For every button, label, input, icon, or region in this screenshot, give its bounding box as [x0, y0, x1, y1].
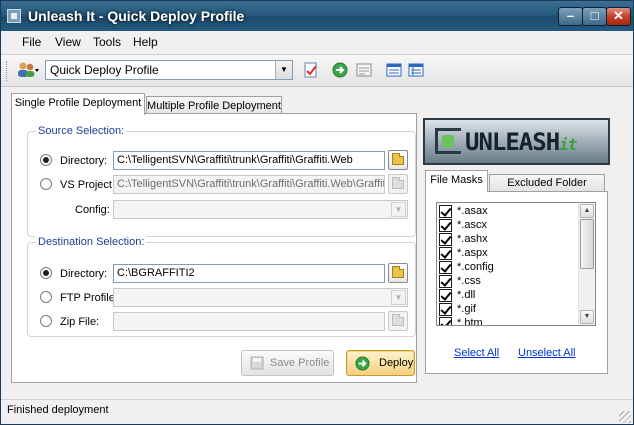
right-panel: UNLEASHit File Masks Excluded Folder Mas…: [422, 118, 611, 374]
scroll-up-icon[interactable]: ▲: [580, 204, 594, 218]
checkbox[interactable]: [439, 317, 452, 325]
checkbox[interactable]: [439, 303, 452, 316]
maximize-button[interactable]: □: [582, 7, 607, 26]
save-profile-label: Save Profile: [270, 357, 330, 369]
logo-text: UNLEASHit: [465, 128, 577, 156]
edit-profile-icon[interactable]: [303, 62, 319, 78]
file-masks-panel: *.asax *.ascx *.ashx *.aspx *.config *.c…: [425, 191, 608, 374]
checkbox[interactable]: [439, 205, 452, 218]
go-icon: [355, 356, 370, 371]
toolbar: Quick Deploy Profile ▼: [1, 54, 633, 87]
source-vs-project-radio[interactable]: [40, 178, 52, 190]
dest-directory-radio[interactable]: [40, 267, 52, 279]
ftp-profile-radio[interactable]: [40, 291, 52, 303]
minimize-button[interactable]: –: [558, 7, 583, 26]
checkbox[interactable]: [439, 289, 452, 302]
close-button[interactable]: ✕: [606, 7, 631, 26]
resize-grip-icon[interactable]: [619, 411, 631, 423]
source-directory-field[interactable]: C:\TelligentSVN\Graffiti\trunk\Graffiti\…: [113, 151, 385, 170]
profile-select[interactable]: Quick Deploy Profile ▼: [45, 60, 293, 80]
detail-view-icon[interactable]: [408, 62, 424, 78]
folder-icon: [392, 153, 404, 165]
scroll-down-icon[interactable]: ▼: [580, 310, 594, 324]
checkbox[interactable]: [439, 261, 452, 274]
folder-icon: [392, 177, 404, 189]
status-bar: Finished deployment: [1, 399, 633, 424]
chevron-down-icon[interactable]: ▼: [391, 290, 406, 305]
checkbox[interactable]: [439, 219, 452, 232]
menu-bar: File View Tools Help: [1, 32, 633, 52]
source-group: Source Selection: Directory: C:\Telligen…: [27, 125, 416, 237]
window-title: Unleash It - Quick Deploy Profile: [28, 8, 245, 24]
title-bar[interactable]: Unleash It - Quick Deploy Profile – □ ✕: [1, 1, 633, 31]
maximize-icon: □: [590, 8, 599, 23]
folder-icon: [392, 266, 404, 278]
source-group-title: Source Selection:: [36, 125, 127, 137]
zip-browse-button[interactable]: [388, 311, 408, 331]
config-label: Config:: [75, 204, 110, 216]
save-profile-button[interactable]: Save Profile: [241, 350, 334, 376]
go-icon[interactable]: [332, 62, 348, 78]
save-icon: [250, 356, 264, 370]
deploy-button[interactable]: Deploy: [346, 350, 415, 376]
source-directory-radio[interactable]: [40, 154, 52, 166]
dest-browse-button[interactable]: [388, 263, 408, 283]
select-all-link[interactable]: Select All: [454, 347, 499, 359]
dest-directory-label: Directory:: [60, 268, 108, 280]
tab-single-profile[interactable]: Single Profile Deployment: [11, 93, 145, 115]
ftp-profile-select[interactable]: ▼: [113, 288, 408, 307]
menu-file[interactable]: File: [22, 35, 41, 49]
chevron-down-icon[interactable]: ▼: [391, 202, 406, 217]
dest-directory-field[interactable]: C:\BGRAFFITI2: [113, 264, 385, 283]
tab-file-masks[interactable]: File Masks: [425, 170, 488, 192]
vertical-scrollbar[interactable]: ▲ ▼: [578, 203, 595, 325]
vs-browse-button[interactable]: [388, 174, 408, 194]
source-vs-project-field[interactable]: C:\TelligentSVN\Graffiti\trunk\Graffiti\…: [113, 175, 385, 194]
source-directory-label: Directory:: [60, 155, 108, 167]
main-window: Unleash It - Quick Deploy Profile – □ ✕ …: [0, 0, 634, 425]
source-browse-button[interactable]: [388, 150, 408, 170]
toolbar-grip[interactable]: [6, 61, 10, 81]
checkbox[interactable]: [439, 233, 452, 246]
list-view-icon[interactable]: [386, 62, 402, 78]
close-icon: ✕: [613, 8, 624, 23]
zip-file-field[interactable]: [113, 312, 385, 331]
zip-file-label: Zip File:: [60, 316, 100, 328]
deploy-label: Deploy: [379, 357, 414, 369]
checkbox[interactable]: [439, 247, 452, 260]
destination-group-title: Destination Selection:: [36, 236, 147, 248]
menu-tools[interactable]: Tools: [93, 35, 121, 49]
folder-icon: [392, 314, 404, 326]
destination-group: Destination Selection: Directory: C:\BGR…: [27, 236, 416, 337]
source-vs-project-label: VS Project:: [60, 179, 116, 191]
file-mask-list[interactable]: *.asax *.ascx *.ashx *.aspx *.config *.c…: [436, 202, 596, 326]
single-profile-panel: Source Selection: Directory: C:\Telligen…: [11, 113, 417, 383]
profile-select-value: Quick Deploy Profile: [50, 63, 159, 77]
ftp-profile-label: FTP Profile: [60, 292, 115, 304]
log-icon[interactable]: [356, 62, 372, 78]
unselect-all-link[interactable]: Unselect All: [518, 347, 575, 359]
chevron-down-icon[interactable]: ▼: [275, 61, 292, 79]
menu-view[interactable]: View: [55, 35, 81, 49]
minimize-icon: –: [566, 8, 575, 23]
menu-help[interactable]: Help: [133, 35, 158, 49]
checkbox[interactable]: [439, 275, 452, 288]
status-text: Finished deployment: [7, 404, 109, 416]
app-icon: [7, 9, 21, 23]
zip-file-radio[interactable]: [40, 315, 52, 327]
config-select[interactable]: ▼: [113, 200, 408, 219]
tab-excluded-folder-masks[interactable]: Excluded Folder Masks: [489, 174, 605, 206]
users-icon[interactable]: [17, 61, 39, 77]
unleash-it-logo: UNLEASHit: [423, 118, 610, 165]
scroll-thumb[interactable]: [580, 219, 594, 269]
logo-mark-icon: [435, 128, 461, 154]
